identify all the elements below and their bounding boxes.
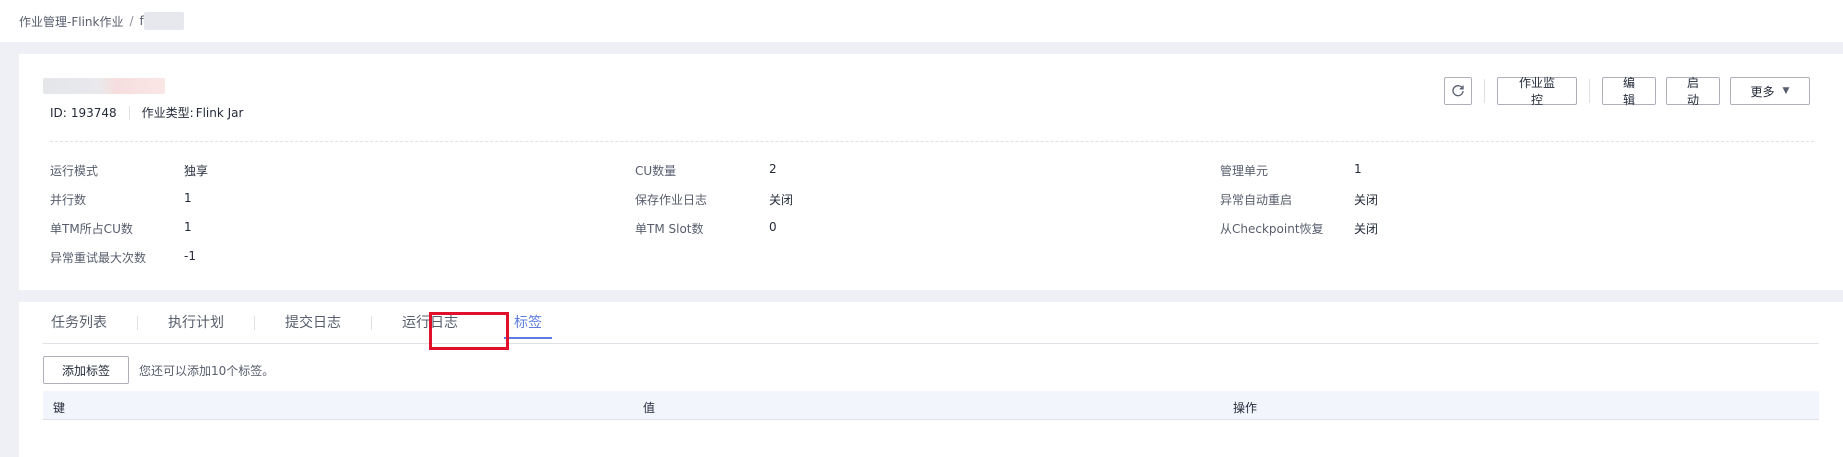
info-value: 2	[769, 162, 777, 176]
info-value: 关闭	[1354, 222, 1379, 236]
tab-label: 提交日志	[285, 315, 341, 331]
active-tab-indicator	[504, 337, 552, 339]
tab-label: 标签	[514, 315, 542, 331]
tag-table-header: 键 值 操作	[43, 391, 1819, 420]
info-row: 并行数 1 保存作业日志 关闭 异常自动重启 关闭	[50, 191, 1814, 220]
more-button-label: 更多	[1750, 84, 1775, 99]
tag-quota-hint: 您还可以添加10个标签。	[139, 363, 275, 378]
tab-label: 运行日志	[402, 315, 458, 331]
info-key: 保存作业日志	[635, 193, 708, 207]
tab-run-log[interactable]: 运行日志	[394, 301, 466, 343]
column-header-key: 键	[53, 401, 66, 415]
edit-button[interactable]: 编辑	[1602, 76, 1656, 107]
info-value: 0	[769, 220, 777, 234]
tag-toolbar: 添加标签 您还可以添加10个标签。	[43, 356, 274, 384]
job-actions: 作业监控 编辑 启动 更多 ▼	[1444, 76, 1810, 107]
info-value: 1	[184, 191, 192, 205]
info-row: 异常重试最大次数 -1	[50, 249, 1814, 278]
info-key: 单TM Slot数	[635, 222, 704, 236]
job-id-value: 193748	[70, 105, 117, 120]
tab-divider	[254, 315, 255, 330]
breadcrumb-parent-link[interactable]: 作业管理-Flink作业	[19, 13, 123, 30]
info-value: 1	[184, 220, 192, 234]
tab-task-list[interactable]: 任务列表	[43, 301, 115, 343]
tab-divider	[371, 315, 372, 330]
info-key: 并行数	[50, 193, 87, 207]
info-value: -1	[184, 249, 196, 263]
info-key: 单TM所占CU数	[50, 222, 133, 236]
info-key: 异常重试最大次数	[50, 251, 147, 265]
breadcrumb: 作业管理-Flink作业 / f	[0, 0, 1843, 42]
info-item: CU数量 2	[635, 162, 777, 179]
info-value: 独享	[184, 164, 209, 178]
info-key: 从Checkpoint恢复	[1220, 222, 1324, 236]
tabs-card: 任务列表 执行计划 提交日志 运行日志 标签 添加标签 您还可以添加10个标签。…	[19, 302, 1843, 457]
info-item: 并行数 1	[50, 191, 192, 208]
caret-down-icon: ▼	[1782, 86, 1790, 96]
tab-execution-plan[interactable]: 执行计划	[160, 301, 232, 343]
tab-bar: 任务列表 执行计划 提交日志 运行日志 标签	[43, 302, 1819, 344]
breadcrumb-separator: /	[129, 14, 134, 28]
info-value: 关闭	[769, 193, 794, 207]
job-detail-card: ID: 193748 作业类型: Flink Jar 作业监控 编辑 启动 更多…	[19, 54, 1843, 290]
tab-label: 任务列表	[51, 315, 107, 331]
more-button[interactable]: 更多 ▼	[1730, 77, 1810, 105]
info-row: 单TM所占CU数 1 单TM Slot数 0 从Checkpoint恢复 关闭	[50, 220, 1814, 249]
info-key: CU数量	[635, 164, 677, 178]
info-key: 异常自动重启	[1220, 193, 1293, 207]
job-type-label: 作业类型:	[141, 106, 194, 120]
job-info-grid: 运行模式 独享 CU数量 2 管理单元 1 并行数 1 保存作业日志 关闭 异常自动重启关…	[50, 162, 1814, 278]
info-item: 异常自动重启 关闭	[1220, 191, 1378, 208]
info-item: 运行模式 独享	[50, 162, 208, 179]
add-tag-button[interactable]: 添加标签	[43, 356, 130, 384]
refresh-icon	[1452, 85, 1464, 97]
column-header-value: 值	[643, 401, 656, 415]
info-key: 运行模式	[50, 164, 99, 178]
column-header-operation: 操作	[1233, 401, 1258, 415]
info-row: 运行模式 独享 CU数量 2 管理单元 1	[50, 162, 1814, 191]
actions-divider	[1589, 79, 1590, 103]
info-value: 关闭	[1354, 193, 1379, 207]
info-item: 从Checkpoint恢复 关闭	[1220, 220, 1378, 237]
tab-tags[interactable]: 标签	[504, 301, 552, 343]
job-id-label: ID:	[50, 105, 67, 120]
info-item: 单TM所占CU数 1	[50, 220, 192, 237]
start-button[interactable]: 启动	[1666, 76, 1720, 107]
job-name-redacted	[43, 78, 165, 94]
tab-divider	[137, 315, 138, 330]
dashed-divider	[50, 141, 1814, 142]
info-key: 管理单元	[1220, 164, 1269, 178]
info-item: 单TM Slot数 0	[635, 220, 777, 237]
tab-submit-log[interactable]: 提交日志	[277, 301, 349, 343]
tab-label: 执行计划	[168, 315, 224, 331]
info-value: 1	[1354, 162, 1362, 176]
job-type-value: Flink Jar	[195, 105, 244, 120]
info-item: 异常重试最大次数 -1	[50, 249, 196, 266]
meta-divider	[128, 105, 130, 120]
job-monitor-button[interactable]: 作业监控	[1497, 76, 1577, 107]
refresh-button[interactable]	[1444, 77, 1472, 105]
info-item: 管理单元 1	[1220, 162, 1362, 179]
actions-divider	[1484, 79, 1485, 103]
job-meta: ID: 193748 作业类型: Flink Jar	[50, 104, 243, 121]
info-item: 保存作业日志 关闭	[635, 191, 793, 208]
breadcrumb-current-redacted	[143, 12, 184, 30]
